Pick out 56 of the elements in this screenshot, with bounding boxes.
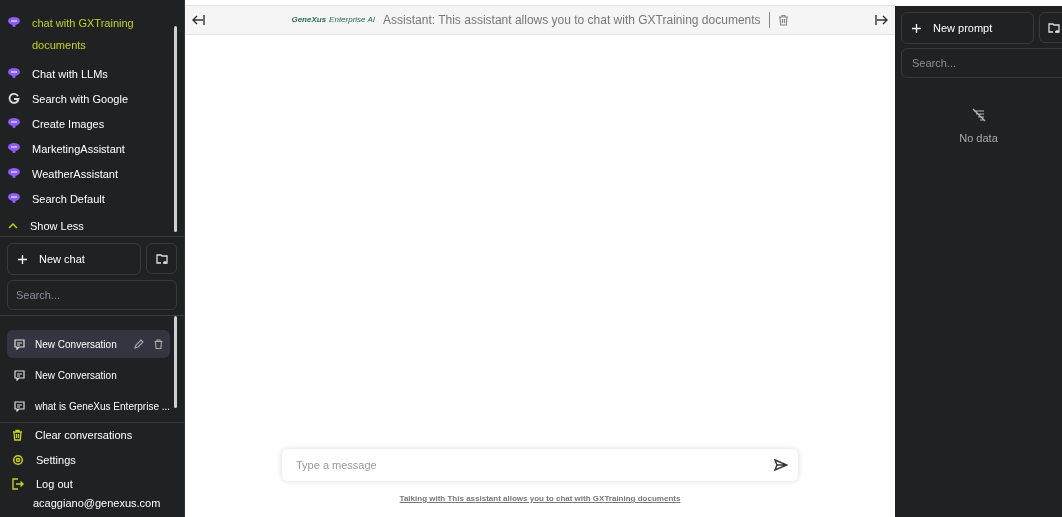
trash-icon xyxy=(12,429,23,442)
new-prompt-button[interactable]: New prompt xyxy=(901,12,1034,44)
chat-bubble-icon xyxy=(14,400,25,412)
settings-icon xyxy=(12,453,24,466)
chat-bubble-icon xyxy=(14,369,25,381)
assistant-icon xyxy=(8,68,20,78)
assistant-item[interactable]: Search Default xyxy=(8,187,170,212)
talking-with-link[interactable]: Talking with This assistant allows you to chat with GXTraining documents xyxy=(399,493,681,505)
logout-icon xyxy=(12,478,24,491)
conversation-item[interactable]: New Conversation xyxy=(7,330,170,358)
trash-icon xyxy=(777,14,789,26)
footer-menu-item[interactable]: Settings xyxy=(12,448,184,471)
assistant-item[interactable]: Search with Google xyxy=(8,87,170,112)
search-field[interactable]: Search... xyxy=(901,48,1062,78)
assistant-icon xyxy=(8,17,20,27)
conversation-item[interactable]: what is GeneXus Enterprise ... xyxy=(7,392,170,420)
new-folder-button[interactable] xyxy=(1039,12,1062,43)
collapse-left-button[interactable] xyxy=(191,14,205,26)
scrollbar[interactable] xyxy=(174,316,177,408)
logo: GeneXus Enterprise AI xyxy=(291,14,376,26)
message-field[interactable]: Type a message xyxy=(282,449,798,481)
plus-icon xyxy=(18,254,27,264)
chevron-up-icon xyxy=(8,223,18,230)
footer-menu-item[interactable]: Log out xyxy=(12,473,184,496)
assistant-item[interactable]: Chat with LLMs xyxy=(8,62,170,87)
assistant-title: Assistant: This assistant allows you to chat with GXTraining documents xyxy=(383,12,761,29)
conversation-item[interactable]: New Conversation xyxy=(7,361,170,389)
folder-plus-icon xyxy=(1048,21,1060,34)
new-folder-button[interactable] xyxy=(146,243,177,274)
collapse-right-button[interactable] xyxy=(875,14,889,26)
assistant-item[interactable]: MarketingAssistant xyxy=(8,137,170,162)
assistant-item[interactable]: Create Images xyxy=(8,112,170,137)
scrollbar[interactable] xyxy=(174,26,177,232)
show-less-button[interactable]: Show Less xyxy=(8,212,170,236)
arrow-right-bar-icon xyxy=(875,14,889,26)
new-chat-button[interactable]: New chat xyxy=(7,243,141,275)
assistant-icon xyxy=(8,193,20,203)
no-data-icon xyxy=(971,108,986,122)
plus-icon xyxy=(912,23,921,33)
send-icon[interactable] xyxy=(774,459,788,471)
pencil-icon[interactable] xyxy=(134,339,144,349)
assistant-item[interactable]: WeatherAssistant xyxy=(8,162,170,187)
delete-button[interactable] xyxy=(777,14,789,26)
folder-plus-icon xyxy=(155,252,168,265)
assistant-icon xyxy=(8,168,20,178)
assistant-icon xyxy=(8,143,20,153)
arrow-left-bar-icon xyxy=(191,14,205,26)
footer-menu-item[interactable]: Clear conversations xyxy=(12,424,184,447)
empty-message: No data xyxy=(959,131,998,146)
chat-bubble-icon xyxy=(14,338,25,350)
assistant-icon xyxy=(8,118,20,128)
assistant-item[interactable]: chat with GXTraining documents xyxy=(8,6,143,62)
google-icon xyxy=(8,93,20,105)
trash-icon[interactable] xyxy=(154,339,163,349)
search-field[interactable]: Search... xyxy=(7,280,177,310)
user-email: acaggiano@genexus.com xyxy=(32,495,162,510)
